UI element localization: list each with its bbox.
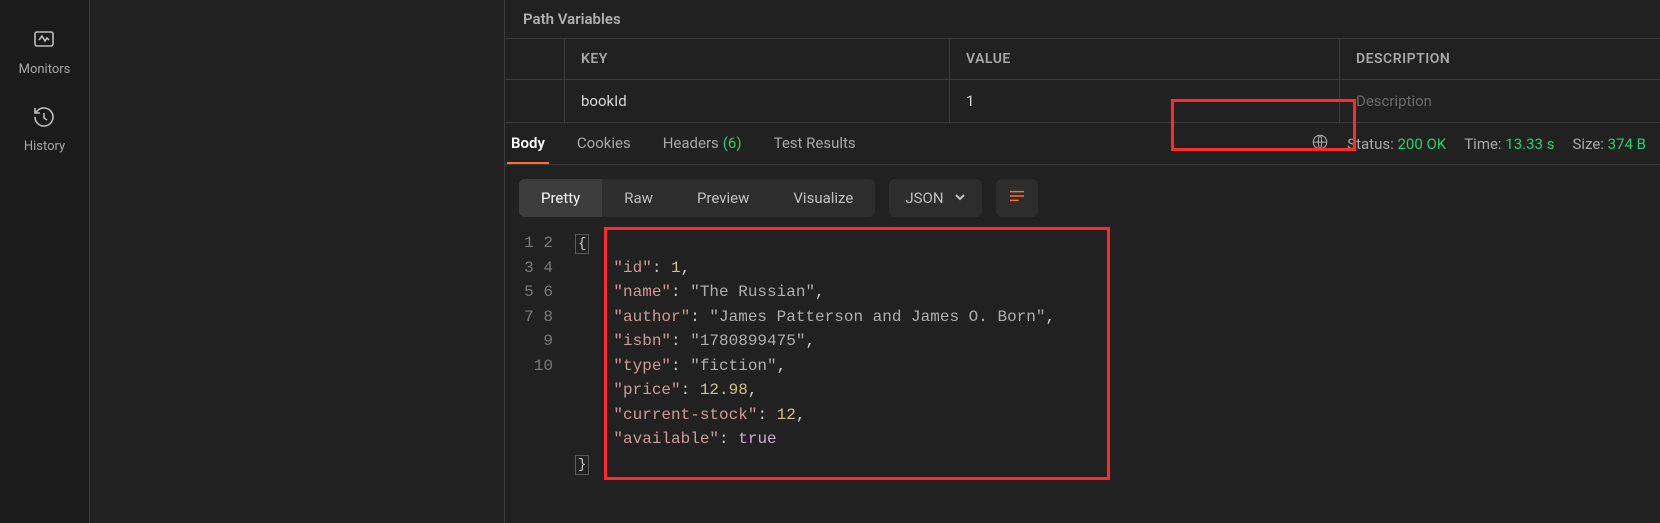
tab-headers-label: Headers xyxy=(663,134,719,152)
pv-header-checkbox xyxy=(505,39,565,79)
main-panel: Path Variables KEY VALUE DESCRIPTION boo… xyxy=(505,0,1660,523)
sidebar-item-history[interactable]: History xyxy=(24,105,65,154)
monitor-icon xyxy=(32,28,56,56)
view-pretty[interactable]: Pretty xyxy=(519,179,602,217)
tab-test-results[interactable]: Test Results xyxy=(770,123,860,164)
path-variables-title: Path Variables xyxy=(505,0,1660,38)
app-sidebar: Monitors History xyxy=(0,0,90,523)
size-label: Size: xyxy=(1572,135,1603,153)
globe-icon[interactable] xyxy=(1311,133,1329,155)
response-body: 1 2 3 4 5 6 7 8 9 10 { "id": 1, "name": … xyxy=(505,227,1660,523)
view-raw[interactable]: Raw xyxy=(602,179,675,217)
status-label: Status: xyxy=(1347,135,1394,153)
pv-data-row: bookId 1 Description xyxy=(505,80,1660,122)
code-lines: { "id": 1, "name": "The Russian", "autho… xyxy=(575,231,1055,476)
tab-cookies[interactable]: Cookies xyxy=(573,123,635,164)
pv-header-desc: DESCRIPTION xyxy=(1340,39,1660,79)
wrap-lines-button[interactable] xyxy=(996,179,1038,217)
tab-headers-count: (6) xyxy=(723,134,742,152)
pv-desc-cell[interactable]: Description xyxy=(1340,80,1660,122)
time-value: 13.33 s xyxy=(1505,135,1554,153)
response-tabs: Body Cookies Headers (6) Test Results xyxy=(507,123,860,164)
pv-header-value: VALUE xyxy=(950,39,1340,79)
format-toolbar: Pretty Raw Preview Visualize JSON xyxy=(505,165,1660,227)
sidebar-label-monitors: Monitors xyxy=(19,62,71,77)
path-variables-table: KEY VALUE DESCRIPTION bookId 1 Descripti… xyxy=(505,38,1660,123)
language-dropdown[interactable]: JSON xyxy=(889,179,981,217)
size-group: Size: 374 B xyxy=(1572,135,1646,153)
left-panel xyxy=(90,0,505,523)
response-tabs-bar: Body Cookies Headers (6) Test Results St… xyxy=(505,123,1660,165)
code-block[interactable]: 1 2 3 4 5 6 7 8 9 10 { "id": 1, "name": … xyxy=(519,231,1646,476)
sidebar-item-monitors[interactable]: Monitors xyxy=(19,28,71,77)
response-meta: Status: 200 OK Time: 13.33 s Size: 374 B xyxy=(1311,133,1646,155)
chevron-down-icon xyxy=(954,189,966,207)
pv-header-row: KEY VALUE DESCRIPTION xyxy=(505,39,1660,80)
language-label: JSON xyxy=(905,189,943,207)
view-mode-segment: Pretty Raw Preview Visualize xyxy=(519,179,875,217)
sidebar-label-history: History xyxy=(24,139,65,154)
view-visualize[interactable]: Visualize xyxy=(771,179,875,217)
pv-value-cell[interactable]: 1 xyxy=(950,80,1340,122)
pv-row-checkbox[interactable] xyxy=(505,80,565,122)
time-group: Time: 13.33 s xyxy=(1464,135,1554,153)
size-value: 374 B xyxy=(1608,135,1646,153)
line-gutter: 1 2 3 4 5 6 7 8 9 10 xyxy=(519,231,575,476)
pv-key-cell[interactable]: bookId xyxy=(565,80,950,122)
view-preview[interactable]: Preview xyxy=(675,179,771,217)
history-icon xyxy=(32,105,56,133)
wrap-icon xyxy=(1008,191,1026,207)
status-value: 200 OK xyxy=(1397,135,1446,153)
tab-body[interactable]: Body xyxy=(507,123,549,164)
tab-headers[interactable]: Headers (6) xyxy=(659,123,746,164)
pv-header-key: KEY xyxy=(565,39,950,79)
status-group: Status: 200 OK xyxy=(1347,135,1446,153)
time-label: Time: xyxy=(1464,135,1501,153)
